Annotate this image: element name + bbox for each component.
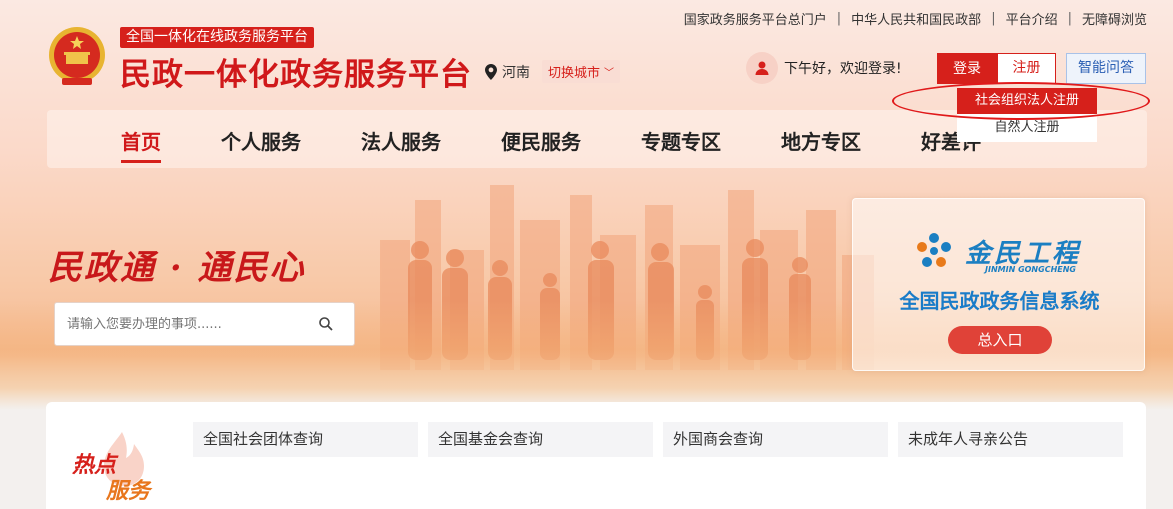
nav-local-areas[interactable]: 地方专区 <box>781 126 861 155</box>
jinmin-logo-en: JINMIN GONGCHENG <box>985 265 1076 274</box>
register-button[interactable]: 注册 <box>997 53 1056 84</box>
top-link-accessibility[interactable]: 无障碍浏览 <box>1082 9 1147 28</box>
search-icon[interactable] <box>318 316 334 332</box>
ai-qa-button[interactable]: 智能问答 <box>1066 53 1146 84</box>
hot-label-bottom: 服务 <box>105 479 153 504</box>
jinmin-logo-text: 金民工程 <box>965 238 1082 269</box>
jinmin-card[interactable]: 金民工程 JINMIN GONGCHENG 全国民政政务信息系统 总入口 <box>852 198 1145 371</box>
divider: | <box>991 11 996 26</box>
city-switch-button[interactable]: 切换城市 ﹀ <box>542 60 621 83</box>
nav-active-indicator <box>121 160 161 163</box>
hot-services-label: 热点 服务 <box>71 432 153 504</box>
search-box <box>54 302 355 346</box>
highlight-annotation <box>892 82 1150 120</box>
hot-item-foreign-chambers[interactable]: 外国商会查询 <box>663 422 888 457</box>
jinmin-emblem-icon <box>917 233 951 267</box>
user-greeting: 下午好，欢迎登录! <box>746 52 902 84</box>
nav-personal-services[interactable]: 个人服务 <box>221 126 301 155</box>
hot-item-foundations[interactable]: 全国基金会查询 <box>428 422 653 457</box>
login-button[interactable]: 登录 <box>937 53 997 84</box>
platform-subtitle: 全国一体化在线政务服务平台 <box>120 27 314 48</box>
divider: | <box>836 11 842 26</box>
location-name: 河南 <box>502 64 530 81</box>
location: 河南 切换城市 ﹀ <box>484 60 621 83</box>
avatar[interactable] <box>746 52 778 84</box>
hot-item-minor-family-search[interactable]: 未成年人寻亲公告 <box>898 422 1123 457</box>
city-switch-label: 切换城市 <box>548 66 601 81</box>
search-input[interactable] <box>55 316 310 332</box>
nav-special-topics[interactable]: 专题专区 <box>641 126 721 155</box>
top-link-ministry[interactable]: 中华人民共和国民政部 <box>851 9 981 28</box>
greeting-text: 下午好，欢迎登录! <box>784 61 902 77</box>
hot-label-top: 热点 <box>71 453 119 478</box>
page-title[interactable]: 民政一体化政务服务平台 <box>120 49 472 94</box>
chevron-down-icon: ﹀ <box>604 68 615 79</box>
national-emblem-logo <box>49 27 105 85</box>
user-icon <box>755 61 769 75</box>
main-entrance-button[interactable]: 总入口 <box>948 326 1052 354</box>
nav-home[interactable]: 首页 <box>121 126 161 155</box>
nav-convenience-services[interactable]: 便民服务 <box>501 126 581 155</box>
hot-item-social-groups[interactable]: 全国社会团体查询 <box>193 422 418 457</box>
top-link-about[interactable]: 平台介绍 <box>1006 9 1058 28</box>
hero-slogan: 民政通 · 通民心 <box>48 248 306 288</box>
top-link-gov-portal[interactable]: 国家政务服务平台总门户 <box>684 9 827 28</box>
divider: | <box>1067 11 1072 26</box>
location-pin-icon <box>485 63 497 80</box>
jinmin-title: 全国民政政务信息系统 <box>899 289 1100 313</box>
top-links: 国家政务服务平台总门户 | 中华人民共和国民政部 | 平台介绍 | 无障碍浏览 <box>684 9 1147 28</box>
nav-legal-person-services[interactable]: 法人服务 <box>361 126 441 155</box>
